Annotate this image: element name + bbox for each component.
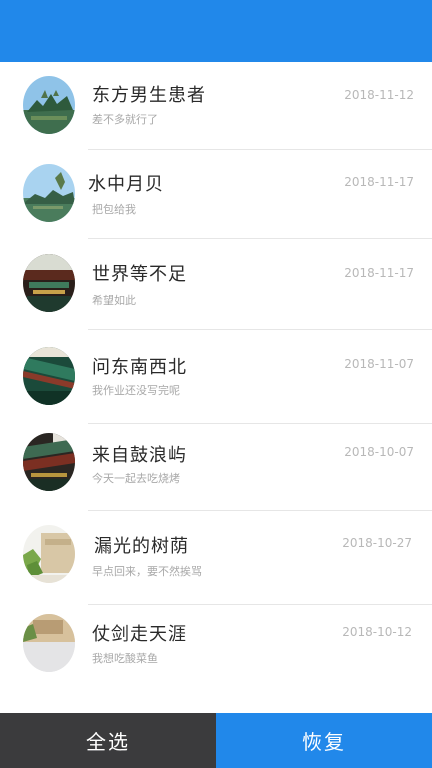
list-item[interactable]: 来自鼓浪屿 今天一起去吃烧烤 2018-10-07: [0, 424, 432, 511]
list-item[interactable]: 问东南西北 我作业还没写完呢 2018-11-07: [0, 330, 432, 424]
avatar: [23, 254, 75, 312]
message-preview: 把包给我: [92, 203, 136, 216]
list-item[interactable]: 东方男生患者 差不多就行了 2018-11-12: [0, 62, 432, 150]
bottom-action-bar: 全选 恢复: [0, 713, 432, 768]
select-all-button[interactable]: 全选: [0, 713, 216, 768]
list-item[interactable]: 世界等不足 希望如此 2018-11-17: [0, 239, 432, 330]
restore-button[interactable]: 恢复: [216, 713, 432, 768]
avatar: [23, 525, 75, 583]
list-item[interactable]: 水中月贝 把包给我 2018-11-17: [0, 150, 432, 239]
date-label: 2018-10-12: [342, 625, 412, 639]
avatar: [23, 614, 75, 672]
message-preview: 早点回来，要不然挨骂: [92, 565, 202, 578]
date-label: 2018-11-17: [344, 266, 414, 280]
avatar: [23, 76, 75, 134]
avatar: [23, 164, 75, 222]
contact-name: 世界等不足: [92, 264, 187, 285]
date-label: 2018-10-27: [342, 536, 412, 550]
list-item[interactable]: 漏光的树荫 早点回来，要不然挨骂 2018-10-27: [0, 511, 432, 605]
list-item[interactable]: 仗剑走天涯 我想吃酸菜鱼 2018-10-12: [0, 605, 432, 713]
message-preview: 差不多就行了: [92, 113, 158, 126]
message-preview: 希望如此: [92, 294, 136, 307]
date-label: 2018-10-07: [344, 445, 414, 459]
message-preview: 今天一起去吃烧烤: [92, 472, 180, 485]
contact-name: 来自鼓浪屿: [92, 445, 187, 466]
date-label: 2018-11-07: [344, 357, 414, 371]
app-root: 东方男生患者 差不多就行了 2018-11-12 水中月贝 把包给我 2018-…: [0, 0, 432, 768]
avatar: [23, 347, 75, 405]
contact-name: 漏光的树荫: [94, 536, 189, 557]
date-label: 2018-11-17: [344, 175, 414, 189]
contact-name: 仗剑走天涯: [92, 624, 187, 645]
date-label: 2018-11-12: [344, 88, 414, 102]
avatar: [23, 433, 75, 491]
contact-name: 水中月贝: [88, 174, 164, 195]
top-bar: [0, 0, 432, 62]
contact-name: 东方男生患者: [92, 85, 206, 106]
contact-name: 问东南西北: [92, 357, 187, 378]
message-preview: 我作业还没写完呢: [92, 384, 180, 397]
message-preview: 我想吃酸菜鱼: [92, 652, 158, 665]
